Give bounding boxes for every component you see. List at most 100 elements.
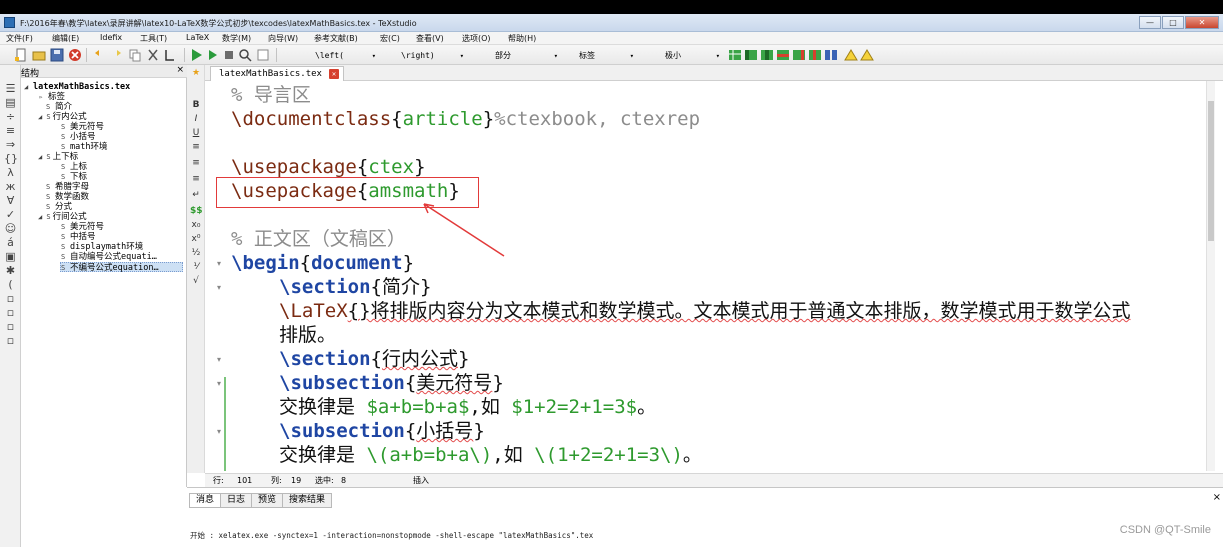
menu-options[interactable]: 选项(O) bbox=[462, 33, 491, 44]
tikz-icon[interactable]: ▫ bbox=[4, 321, 17, 333]
section-part-combo[interactable]: 部分 ▾ bbox=[490, 48, 562, 62]
bookmarks-icon[interactable]: ▤ bbox=[4, 97, 17, 109]
warning-next-icon[interactable] bbox=[860, 48, 874, 62]
tab-latexmathbasics[interactable]: latexMathBasics.tex ✕ bbox=[210, 66, 344, 81]
messages-close-icon[interactable]: × bbox=[1213, 492, 1221, 503]
tab-search-results[interactable]: 搜索结果 bbox=[282, 493, 333, 508]
tree-item[interactable]: S 中括号 bbox=[61, 232, 96, 242]
fold-marker-icon[interactable]: ▾ bbox=[217, 259, 221, 268]
newline-icon[interactable]: ↵ bbox=[190, 189, 202, 201]
structure-panel-close-icon[interactable]: × bbox=[176, 65, 184, 75]
minimize-button[interactable]: — bbox=[1139, 16, 1161, 29]
fold-marker-icon[interactable]: ▾ bbox=[217, 283, 221, 292]
editor-vertical-scrollbar[interactable] bbox=[1206, 81, 1215, 471]
view-pdf-icon[interactable] bbox=[238, 48, 252, 62]
table-remove-icon[interactable] bbox=[808, 48, 822, 62]
tree-item[interactable]: S 上标 bbox=[61, 162, 87, 172]
math-left-icon[interactable]: ( bbox=[4, 279, 17, 291]
right-delimiter-combo[interactable]: \right) ▾ bbox=[396, 48, 468, 62]
tab-close-icon[interactable]: ✕ bbox=[329, 69, 339, 79]
tree-item-labels[interactable]: ▹ 标签 bbox=[39, 92, 65, 102]
menu-latex[interactable]: LaTeX bbox=[186, 33, 209, 42]
bookmark-star-icon[interactable]: ★ bbox=[190, 67, 202, 79]
save-icon[interactable] bbox=[50, 48, 64, 62]
tree-item[interactable]: S 下标 bbox=[61, 172, 87, 182]
fold-marker-icon[interactable]: ▾ bbox=[217, 427, 221, 436]
stop-icon[interactable] bbox=[222, 48, 236, 62]
font-size-combo[interactable]: 极小 ▾ bbox=[660, 48, 724, 62]
new-document-icon[interactable] bbox=[14, 48, 28, 62]
table-row-icon[interactable] bbox=[776, 48, 790, 62]
menu-tools[interactable]: 工具(T) bbox=[140, 33, 167, 44]
smiley-icon[interactable]: ☺ bbox=[4, 223, 17, 235]
cyrillic-icon[interactable]: ж bbox=[4, 181, 17, 193]
underline-icon[interactable]: U bbox=[190, 127, 202, 139]
menu-macros[interactable]: 宏(C) bbox=[380, 33, 400, 44]
accents-icon[interactable]: á bbox=[4, 237, 17, 249]
copy-icon[interactable] bbox=[128, 48, 142, 62]
menu-file[interactable]: 文件(F) bbox=[6, 33, 33, 44]
close-document-icon[interactable] bbox=[68, 48, 82, 62]
arrows-icon[interactable]: ⇒ bbox=[4, 139, 17, 151]
align-left-icon[interactable]: ≡ bbox=[190, 141, 202, 153]
tree-root-file[interactable]: ◢ latexMathBasics.tex bbox=[24, 82, 130, 92]
operators-icon[interactable]: ÷ bbox=[4, 111, 17, 123]
table-edit-icon[interactable] bbox=[824, 48, 838, 62]
paste-icon[interactable] bbox=[164, 48, 178, 62]
delimiters-icon[interactable]: {} bbox=[4, 153, 18, 165]
tree-item[interactable]: Sdisplaymath环境 bbox=[61, 242, 143, 252]
italic-icon[interactable]: I bbox=[190, 113, 202, 125]
warning-icon[interactable] bbox=[844, 48, 858, 62]
maximize-button[interactable]: □ bbox=[1162, 16, 1184, 29]
asymptote-icon[interactable]: ▫ bbox=[4, 335, 17, 347]
tree-item[interactable]: Smath环境 bbox=[61, 142, 107, 152]
build-and-view-icon[interactable] bbox=[190, 48, 204, 62]
align-right-icon[interactable]: ≡ bbox=[190, 173, 202, 185]
tree-item-selected[interactable]: S 不编号公式equation… bbox=[60, 262, 183, 273]
left-delimiter-combo[interactable]: \left(▾ bbox=[310, 48, 380, 62]
menu-bibliography[interactable]: 参考文献(B) bbox=[314, 33, 358, 44]
view-log-icon[interactable] bbox=[256, 48, 270, 62]
tree-item[interactable]: ◢ S 行内公式 bbox=[38, 112, 87, 122]
undo-icon[interactable] bbox=[92, 48, 106, 62]
dfrac-icon[interactable]: ⅟ bbox=[190, 261, 202, 273]
table-column-icon[interactable] bbox=[792, 48, 806, 62]
table-icon[interactable] bbox=[728, 48, 742, 62]
misc-symbols-icon[interactable]: ✓ bbox=[4, 209, 17, 221]
tab-preview[interactable]: 预览 bbox=[251, 493, 284, 508]
misc-math-icon[interactable]: ∀ bbox=[4, 195, 17, 207]
tree-item[interactable]: ◢ S 行间公式 bbox=[38, 212, 87, 222]
tab-messages[interactable]: 消息 bbox=[189, 493, 222, 508]
menu-idefix[interactable]: Idefix bbox=[100, 33, 122, 42]
tree-item[interactable]: S 自动编号公式equati… bbox=[61, 252, 157, 262]
open-file-icon[interactable] bbox=[32, 48, 46, 62]
menu-wizards[interactable]: 向导(W) bbox=[268, 33, 298, 44]
fold-marker-icon[interactable]: ▾ bbox=[217, 379, 221, 388]
fraction-icon[interactable]: ½ bbox=[190, 247, 202, 259]
tree-item[interactable]: S 美元符号 bbox=[61, 222, 104, 232]
superscript-icon[interactable]: x⁰ bbox=[190, 233, 202, 245]
label-combo[interactable]: 标签 ▾ bbox=[574, 48, 638, 62]
redo-icon[interactable] bbox=[110, 48, 124, 62]
tree-item[interactable]: S 希腊字母 bbox=[46, 182, 89, 192]
relations-icon[interactable]: ≡ bbox=[4, 125, 17, 137]
special-chars-icon[interactable]: ▣ bbox=[4, 251, 17, 263]
code-editor[interactable]: ▾ ▾ ▾ ▾ ▾ % 导言区 \documentclass{article}%… bbox=[205, 81, 1215, 471]
table-align-center-icon[interactable] bbox=[760, 48, 774, 62]
menu-view[interactable]: 查看(V) bbox=[416, 33, 444, 44]
sqrt-icon[interactable]: √ bbox=[190, 275, 202, 287]
pstricks-icon[interactable]: ▫ bbox=[4, 293, 17, 305]
tree-item[interactable]: S 简介 bbox=[46, 102, 72, 112]
metapost-icon[interactable]: ▫ bbox=[4, 307, 17, 319]
menu-help[interactable]: 帮助(H) bbox=[508, 33, 536, 44]
favorites-icon[interactable]: ✱ bbox=[4, 265, 17, 277]
scrollbar-thumb[interactable] bbox=[1208, 101, 1214, 241]
fold-marker-icon[interactable]: ▾ bbox=[217, 355, 221, 364]
greek-icon[interactable]: λ bbox=[4, 167, 17, 179]
tab-log[interactable]: 日志 bbox=[220, 493, 253, 508]
table-align-left-icon[interactable] bbox=[744, 48, 758, 62]
menu-edit[interactable]: 编辑(E) bbox=[52, 33, 79, 44]
math-mode-icon[interactable]: $$ bbox=[190, 205, 203, 217]
tree-item[interactable]: S 分式 bbox=[46, 202, 72, 212]
compile-icon[interactable] bbox=[206, 48, 220, 62]
